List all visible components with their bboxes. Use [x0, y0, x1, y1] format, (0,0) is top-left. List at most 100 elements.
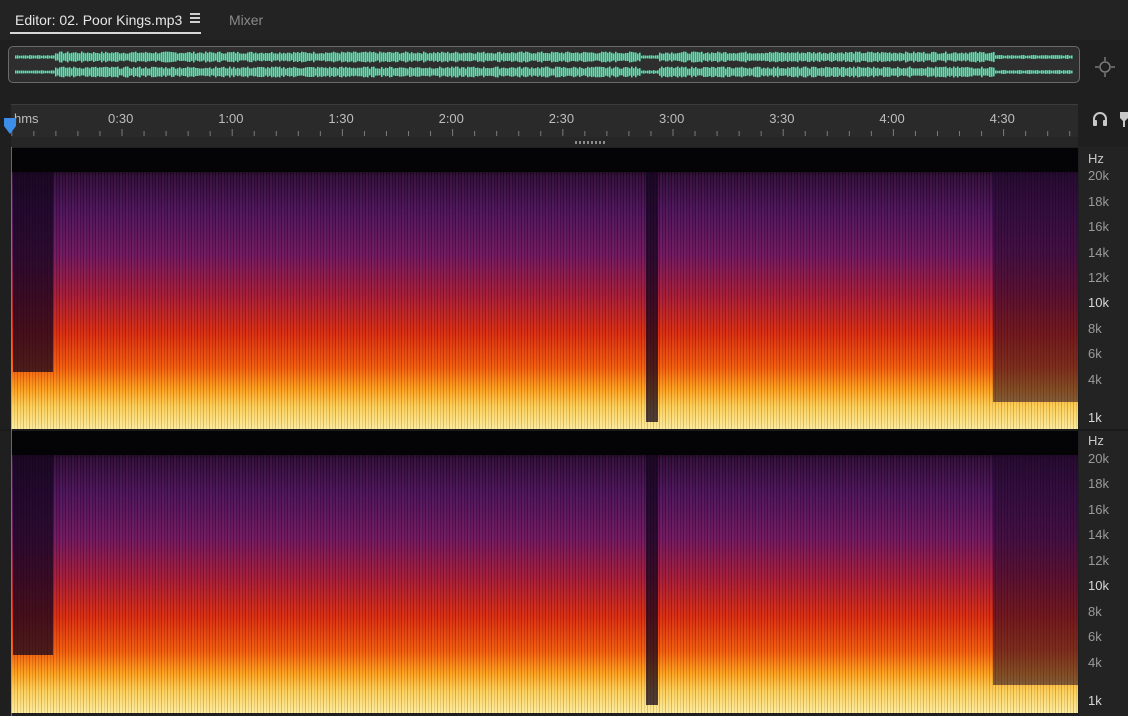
- overview-wave-bar: [765, 68, 767, 76]
- overview-wave-bar: [165, 67, 167, 77]
- overview-wave-bar: [869, 52, 871, 62]
- overview-wave-bar: [65, 52, 67, 62]
- playhead-marker[interactable]: [3, 117, 17, 135]
- overview-wave-bar: [299, 68, 301, 76]
- overview-wave-bar: [261, 66, 263, 78]
- overview-wave-bar: [1043, 70, 1045, 74]
- zoom-navigator-icon[interactable]: [1094, 56, 1116, 78]
- overview-wave-bar: [961, 67, 963, 77]
- spectrogram-channel-left[interactable]: [11, 148, 1078, 429]
- overview-wave-bar: [461, 53, 463, 61]
- overview-wave-bar: [189, 52, 191, 62]
- overview-wave-bar: [643, 70, 645, 74]
- overview-wave-bar: [263, 67, 265, 77]
- overview-wave-bar: [487, 67, 489, 77]
- hz-label: 6k: [1088, 629, 1102, 644]
- resize-grip[interactable]: [575, 141, 605, 144]
- overview-wave-bar: [147, 68, 149, 76]
- hz-label: 16k: [1088, 502, 1109, 517]
- overview-wave-bar: [247, 66, 249, 78]
- overview-wave-bar: [79, 53, 81, 61]
- overview-wave-bar: [625, 52, 627, 62]
- overview-wave-bar: [343, 52, 345, 62]
- overview-wave-bar: [803, 52, 805, 62]
- overview-wave-bar: [723, 52, 725, 62]
- hamburger-menu-icon[interactable]: [190, 13, 202, 25]
- overview-wave-bar: [855, 68, 857, 76]
- overview-wave-bar: [815, 53, 817, 61]
- overview-wave-bar: [19, 55, 21, 59]
- overview-wave-bar: [495, 53, 497, 61]
- overview-wave-bar: [629, 68, 631, 76]
- overview-wave-bar: [825, 66, 827, 78]
- overview-wave-bar: [27, 55, 29, 59]
- overview-wave-bar: [481, 68, 483, 76]
- overview-wave-bar: [199, 52, 201, 62]
- overview-wave-bar: [865, 52, 867, 62]
- overview-wave-bar: [407, 52, 409, 62]
- overview-wave-bar: [585, 52, 587, 62]
- overview-wave-bar: [347, 51, 349, 63]
- overview-wave-bar: [797, 66, 799, 78]
- overview-wave-bar: [983, 52, 985, 62]
- marker-pin-icon[interactable]: [1119, 110, 1128, 128]
- overview-wave-bar: [963, 53, 965, 61]
- overview-wave-bar: [349, 52, 351, 62]
- ruler-unit-label: hms: [14, 111, 39, 126]
- panel-divider[interactable]: [11, 137, 1078, 147]
- overview-wave-bar: [423, 68, 425, 76]
- overview-wave-bar: [1019, 55, 1021, 59]
- overview-wave-bar: [629, 51, 631, 63]
- overview-wave-bar: [975, 51, 977, 63]
- overview-wave-bar: [369, 68, 371, 76]
- overview-wave-bar: [531, 67, 533, 77]
- spectrogram-silence-band: [11, 431, 1078, 455]
- time-ruler[interactable]: hms 0:30 1:00 1:30 2:00 2:30 3:00 3:30 4:00 4:30: [11, 104, 1078, 137]
- overview-wave-bar: [265, 68, 267, 76]
- overview-wave-bar: [1057, 70, 1059, 74]
- overview-wave-bar: [593, 67, 595, 77]
- overview-wave-bar: [677, 53, 679, 61]
- overview-wave-bar: [257, 66, 259, 78]
- overview-wave-bar: [819, 68, 821, 76]
- overview-wave-bar: [763, 53, 765, 61]
- overview-wave-bar: [623, 67, 625, 77]
- overview-wave-bar: [503, 67, 505, 77]
- overview-wave-bar: [249, 68, 251, 76]
- overview-wave-bar: [1031, 70, 1033, 74]
- active-tab-underline: [10, 32, 201, 34]
- overview-wave-bar: [653, 55, 655, 59]
- overview-wave-bar: [695, 51, 697, 63]
- overview-wave-bar: [59, 51, 61, 63]
- overview-waveform[interactable]: [8, 46, 1080, 83]
- overview-wave-bar: [23, 70, 25, 74]
- overview-wave-bar: [153, 66, 155, 78]
- overview-wave-bar: [57, 53, 59, 61]
- overview-wave-bar: [717, 66, 719, 78]
- left-gutter: [0, 147, 11, 716]
- overview-wave-bar: [199, 68, 201, 76]
- overview-wave-bar: [583, 68, 585, 76]
- overview-wave-bar: [33, 55, 35, 59]
- tab-editor[interactable]: Editor: 02. Poor Kings.mp3: [15, 12, 182, 28]
- overview-wave-bar: [1069, 55, 1071, 59]
- tab-mixer[interactable]: Mixer: [229, 12, 263, 28]
- overview-wave-bar: [607, 52, 609, 62]
- overview-wave-bar: [741, 52, 743, 62]
- headphones-icon[interactable]: [1091, 110, 1109, 128]
- spectrogram-channel-right[interactable]: [11, 431, 1078, 713]
- hz-label: 16k: [1088, 219, 1109, 234]
- overview-wave-bar: [297, 68, 299, 76]
- overview-wave-bar: [945, 66, 947, 78]
- overview-wave-bar: [237, 51, 239, 63]
- overview-wave-bar: [277, 67, 279, 77]
- hz-label: 20k: [1088, 168, 1109, 183]
- overview-wave-bar: [977, 68, 979, 76]
- overview-wave-bar: [887, 67, 889, 77]
- overview-wave-bar: [177, 68, 179, 76]
- hz-label: 14k: [1088, 527, 1109, 542]
- overview-wave-bar: [459, 68, 461, 76]
- overview-wave-bar: [361, 52, 363, 62]
- overview-wave-bar: [1049, 70, 1051, 74]
- overview-wave-bar: [291, 67, 293, 77]
